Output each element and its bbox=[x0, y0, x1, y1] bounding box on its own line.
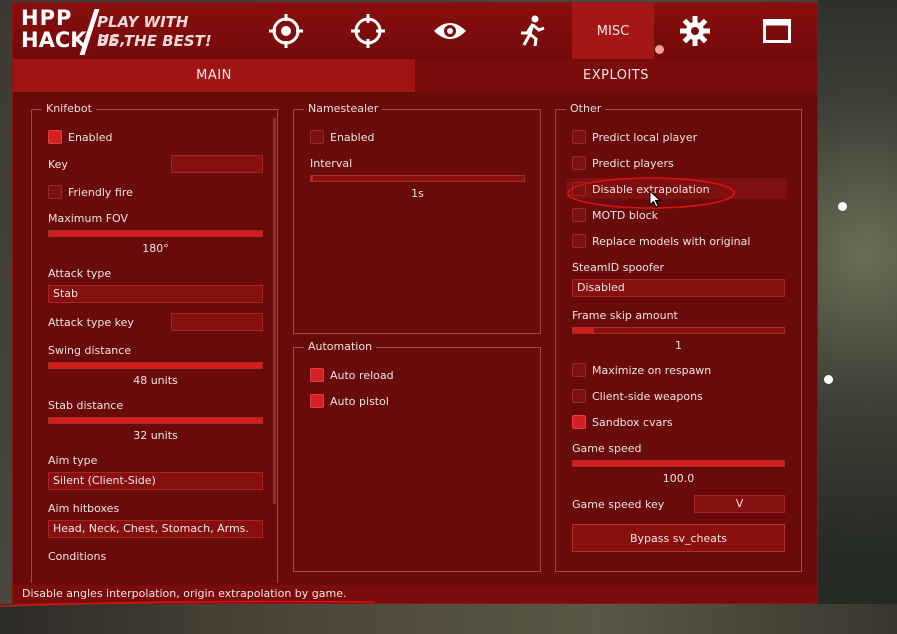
annotation-overlay bbox=[0, 177, 735, 607]
mouse-cursor-icon bbox=[649, 190, 661, 208]
annotation-underline bbox=[0, 600, 376, 607]
